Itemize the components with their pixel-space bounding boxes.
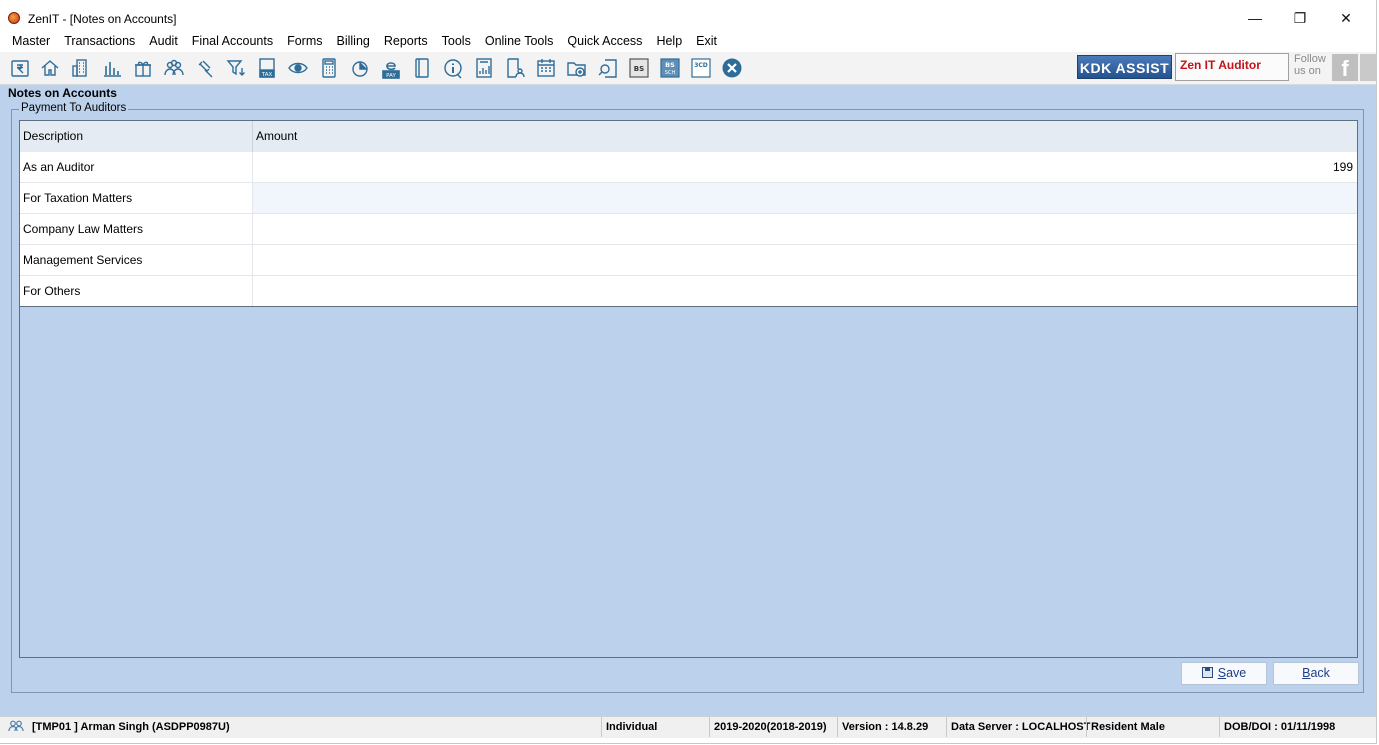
home-icon[interactable] <box>39 57 61 79</box>
bs-icon[interactable]: BS <box>628 57 650 79</box>
table-row[interactable]: For Others <box>20 276 1357 307</box>
close-circle-icon[interactable] <box>721 57 743 79</box>
tax-icon-text: TAX <box>261 72 273 78</box>
menu-tools[interactable]: Tools <box>435 31 478 51</box>
product-label: Zen IT Auditor <box>1175 53 1289 81</box>
user-document-icon[interactable] <box>504 57 526 79</box>
status-residency: Resident Male <box>1086 717 1218 737</box>
column-header-amount[interactable]: Amount <box>253 121 1357 152</box>
rupee-book-icon[interactable] <box>9 57 31 79</box>
title-bar: ZenIT - [Notes on Accounts] — ❐ ✕ <box>0 8 1376 30</box>
back-label: ack <box>1310 666 1330 680</box>
report-icon[interactable] <box>473 57 495 79</box>
e-pay-icon-text: PAY <box>386 73 396 79</box>
pie-icon[interactable] <box>349 57 371 79</box>
amount-cell[interactable]: 199 <box>253 152 1357 182</box>
save-button[interactable]: Save <box>1181 662 1267 685</box>
gavel-icon[interactable] <box>194 57 216 79</box>
menu-reports[interactable]: Reports <box>377 31 435 51</box>
search-document-icon[interactable] <box>597 57 619 79</box>
table-row[interactable]: Management Services <box>20 245 1357 276</box>
menu-help[interactable]: Help <box>649 31 689 51</box>
3cd-icon[interactable]: 3CD <box>690 57 712 79</box>
page-title: Notes on Accounts <box>8 86 117 100</box>
bs-sch-icon-text-top: BS <box>665 61 675 69</box>
group-legend: Payment To Auditors <box>19 102 129 114</box>
status-user-text: [TMP01 ] Arman Singh (ASDPP0987U) <box>32 721 230 733</box>
table-row[interactable]: As an Auditor 199 <box>20 152 1357 183</box>
app-window: ZenIT - [Notes on Accounts] — ❐ ✕ Master… <box>0 0 1377 744</box>
main-panel: Notes on Accounts Payment To Auditors De… <box>0 85 1376 716</box>
notes-grid: Description Amount As an Auditor 199 For… <box>19 120 1358 658</box>
menu-bar: Master Transactions Audit Final Accounts… <box>0 31 724 51</box>
column-header-description[interactable]: Description <box>20 121 253 152</box>
kdk-assist-button[interactable]: KDK ASSIST <box>1077 55 1172 79</box>
description-cell: Company Law Matters <box>20 214 253 244</box>
back-button[interactable]: Back <box>1273 662 1359 685</box>
menu-exit[interactable]: Exit <box>689 31 724 51</box>
menu-audit[interactable]: Audit <box>142 31 185 51</box>
grid-header: Description Amount <box>20 121 1357 153</box>
status-assessee-type: Individual <box>601 717 708 737</box>
table-row[interactable]: Company Law Matters <box>20 214 1357 245</box>
book-icon[interactable] <box>411 57 433 79</box>
close-button[interactable]: ✕ <box>1324 8 1368 30</box>
description-cell: As an Auditor <box>20 152 253 182</box>
restore-button[interactable]: ❐ <box>1278 8 1322 30</box>
amount-cell[interactable] <box>253 245 1357 275</box>
toolbar: TAX PAY BS BS SCH 3CD KDK ASSIST Zen IT A… <box>0 52 1376 85</box>
save-label: ave <box>1226 666 1247 680</box>
bs-icon-text: BS <box>634 65 644 73</box>
status-version: Version : 14.8.29 <box>837 717 945 737</box>
eye-icon[interactable] <box>287 57 309 79</box>
follow-line-1: Follow <box>1294 53 1326 65</box>
amount-cell[interactable] <box>253 183 1357 213</box>
e-pay-icon[interactable]: PAY <box>380 57 402 79</box>
twitter-icon[interactable] <box>1360 54 1376 81</box>
bs-sch-icon-text-bottom: SCH <box>665 70 676 76</box>
description-cell: For Others <box>20 276 253 306</box>
status-data-server: Data Server : LOCALHOST <box>946 717 1090 737</box>
menu-master[interactable]: Master <box>5 31 57 51</box>
table-row[interactable]: For Taxation Matters <box>20 183 1357 214</box>
bs-sch-icon[interactable]: BS SCH <box>659 57 681 79</box>
info-icon[interactable] <box>442 57 464 79</box>
3cd-icon-text: 3CD <box>694 62 708 69</box>
save-mnemonic: S <box>1217 666 1227 680</box>
menu-online-tools[interactable]: Online Tools <box>478 31 561 51</box>
amount-cell[interactable] <box>253 214 1357 244</box>
calculator-icon[interactable] <box>318 57 340 79</box>
description-cell: For Taxation Matters <box>20 183 253 213</box>
window-title: ZenIT - [Notes on Accounts] <box>28 12 177 26</box>
tax-icon[interactable]: TAX <box>256 57 278 79</box>
menu-final-accounts[interactable]: Final Accounts <box>185 31 280 51</box>
description-cell: Management Services <box>20 245 253 275</box>
follow-line-2: us on <box>1294 65 1321 77</box>
menu-billing[interactable]: Billing <box>330 31 377 51</box>
status-bar: [TMP01 ] Arman Singh (ASDPP0987U) Indivi… <box>0 716 1376 738</box>
status-user: [TMP01 ] Arman Singh (ASDPP0987U) <box>8 717 600 737</box>
filter-icon[interactable] <box>225 57 247 79</box>
minimize-button[interactable]: — <box>1233 8 1277 30</box>
users-icon <box>8 720 24 732</box>
save-icon <box>1201 667 1213 678</box>
facebook-icon[interactable]: f <box>1332 54 1358 81</box>
menu-transactions[interactable]: Transactions <box>57 31 142 51</box>
calendar-icon[interactable] <box>535 57 557 79</box>
status-assessment-year: 2019-2020(2018-2019) <box>709 717 836 737</box>
status-dob: DOB/DOI : 01/11/1998 <box>1219 717 1349 737</box>
group-icon[interactable] <box>163 57 185 79</box>
amount-cell[interactable] <box>253 276 1357 306</box>
building-icon[interactable] <box>70 57 92 79</box>
menu-quick-access[interactable]: Quick Access <box>560 31 649 51</box>
zenit-app-icon <box>8 12 20 24</box>
gift-icon[interactable] <box>132 57 154 79</box>
bar-chart-icon[interactable] <box>101 57 123 79</box>
follow-us-label: Follow us on <box>1294 53 1326 77</box>
menu-forms[interactable]: Forms <box>280 31 329 51</box>
folder-add-icon[interactable] <box>566 57 588 79</box>
